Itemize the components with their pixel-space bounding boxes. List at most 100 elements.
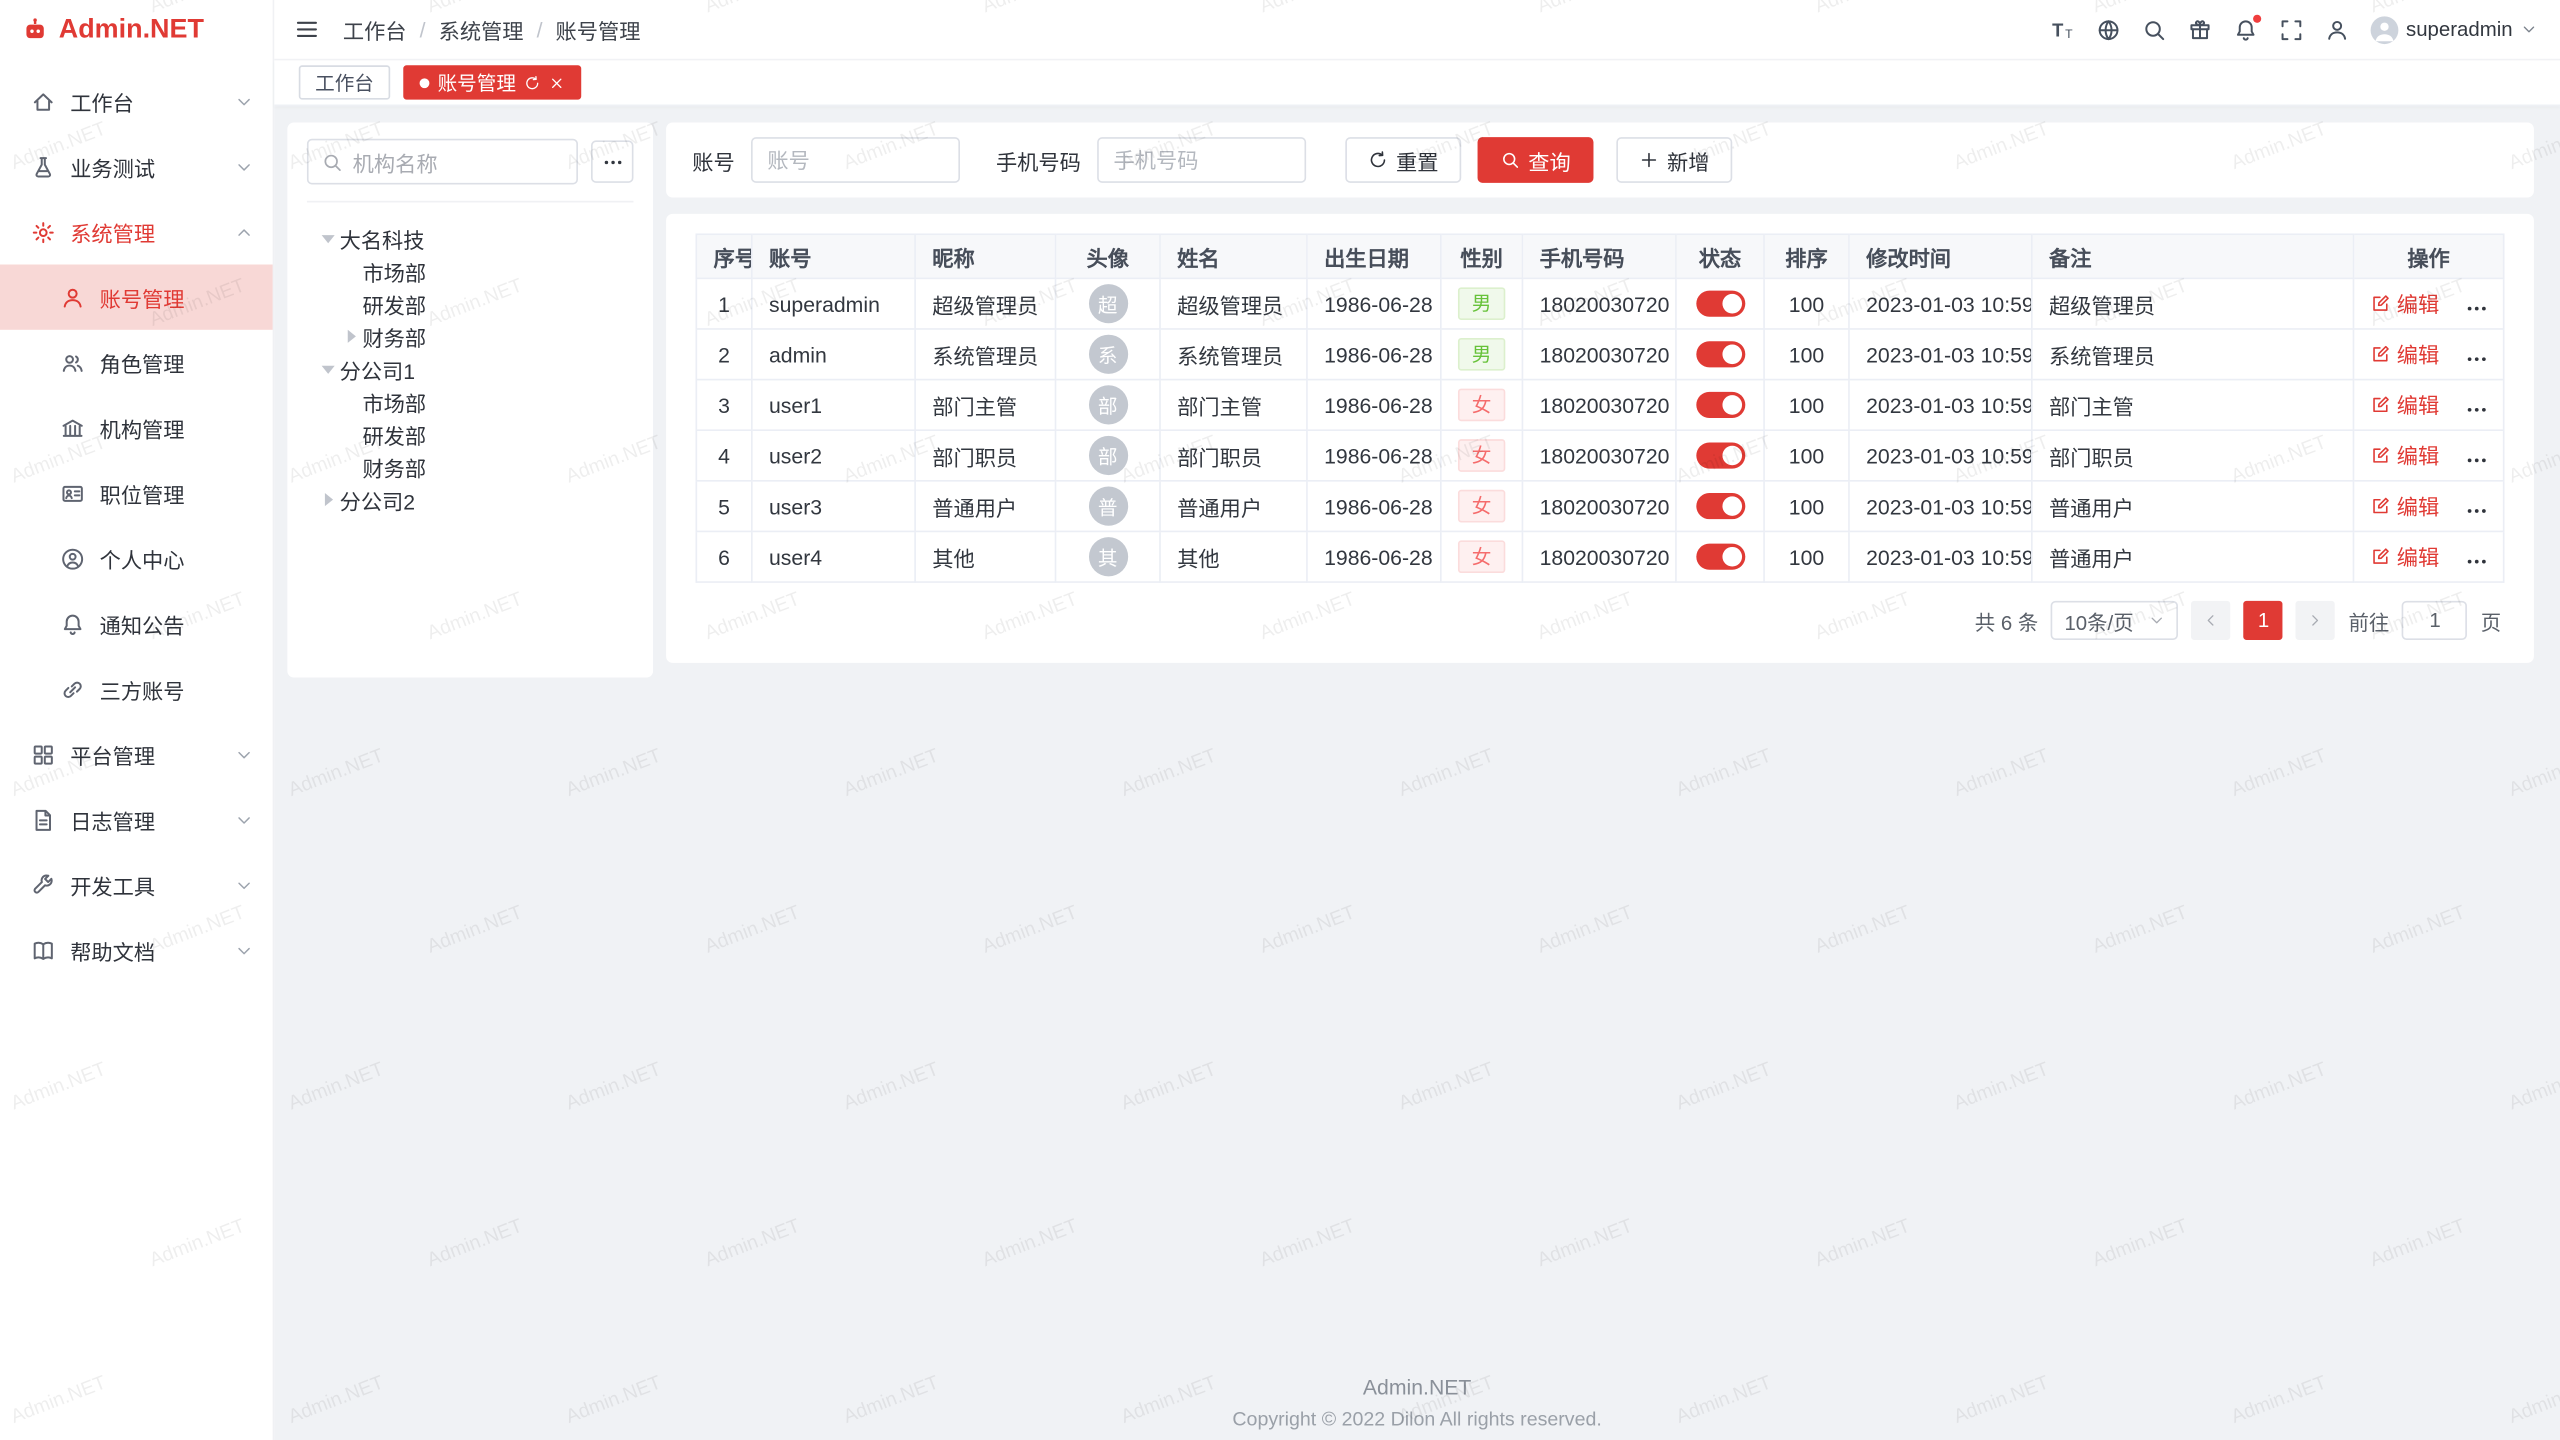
caret-icon[interactable]: [317, 488, 340, 511]
footer-app-name: Admin.NET: [274, 1375, 2560, 1399]
sidebar-item-system[interactable]: 系统管理: [0, 199, 273, 264]
close-icon[interactable]: [549, 74, 565, 90]
tree-node[interactable]: 市场部: [307, 385, 634, 418]
tree-node[interactable]: 研发部: [307, 287, 634, 320]
account-input[interactable]: [751, 137, 960, 183]
caret-icon[interactable]: [340, 456, 363, 479]
tree-node[interactable]: 分公司1: [307, 353, 634, 386]
caret-icon[interactable]: [317, 358, 340, 381]
col-header-nickname: 昵称: [915, 234, 1055, 278]
col-header-index: 序号: [696, 234, 752, 278]
search-button[interactable]: 查询: [1478, 137, 1594, 183]
edit-button[interactable]: 编辑: [2371, 541, 2440, 572]
phone-input[interactable]: [1097, 137, 1306, 183]
ellipsis-icon: [602, 151, 623, 172]
status-toggle[interactable]: [1696, 392, 1745, 418]
reset-button[interactable]: 重置: [1345, 137, 1461, 183]
page-size-select[interactable]: 10条/页: [2051, 601, 2178, 640]
row-more-button[interactable]: [2465, 347, 2488, 370]
breadcrumb-item[interactable]: 工作台: [343, 14, 407, 45]
sidebar-item-account[interactable]: 账号管理: [0, 264, 273, 329]
language-icon[interactable]: [2096, 17, 2120, 41]
sidebar-item-profile[interactable]: 个人中心: [0, 526, 273, 591]
sidebar-item-role[interactable]: 角色管理: [0, 330, 273, 395]
cell-index: 5: [696, 481, 752, 532]
tree-node[interactable]: 财务部: [307, 320, 634, 353]
org-more-button[interactable]: [591, 140, 633, 182]
row-more-button[interactable]: [2465, 549, 2488, 572]
sidebar-item-label: 角色管理: [100, 347, 253, 378]
user-menu[interactable]: superadmin: [2370, 16, 2537, 44]
caret-icon[interactable]: [340, 390, 363, 413]
sidebar-item-label: 三方账号: [100, 673, 253, 704]
add-button[interactable]: 新增: [1616, 137, 1732, 183]
chevron-right-icon: [2308, 612, 2324, 628]
sidebar-item-log[interactable]: 日志管理: [0, 787, 273, 852]
row-more-button[interactable]: [2465, 448, 2488, 471]
row-more-button[interactable]: [2465, 499, 2488, 522]
username: superadmin: [2406, 18, 2513, 41]
chevron-down-icon: [235, 158, 253, 176]
org-search-input[interactable]: 机构名称: [307, 139, 578, 185]
edit-button[interactable]: 编辑: [2371, 339, 2440, 370]
right-panels: 账号 手机号码 重置 查询 新增: [666, 122, 2534, 662]
menu-toggle-icon[interactable]: [294, 16, 320, 42]
role-icon: [60, 350, 84, 374]
sidebar-item-org[interactable]: 机构管理: [0, 395, 273, 460]
sidebar-item-workbench[interactable]: 工作台: [0, 69, 273, 134]
sidebar-item-business-test[interactable]: 业务测试: [0, 134, 273, 199]
fullscreen-icon[interactable]: [2279, 17, 2303, 41]
caret-icon[interactable]: [340, 423, 363, 446]
status-toggle[interactable]: [1696, 342, 1745, 368]
cell-avatar: 系: [1056, 329, 1160, 380]
prev-page-button[interactable]: [2192, 601, 2231, 640]
edit-button[interactable]: 编辑: [2371, 440, 2440, 471]
chevron-down-icon: [235, 941, 253, 959]
caret-icon[interactable]: [340, 325, 363, 348]
notification-icon[interactable]: [2233, 17, 2257, 41]
profile-icon[interactable]: [2324, 17, 2348, 41]
caret-icon[interactable]: [340, 260, 363, 283]
sidebar-item-devtools[interactable]: 开发工具: [0, 852, 273, 917]
row-more-button[interactable]: [2465, 398, 2488, 421]
status-toggle[interactable]: [1696, 443, 1745, 469]
status-toggle[interactable]: [1696, 291, 1745, 317]
tree-node[interactable]: 大名科技: [307, 222, 634, 255]
next-page-button[interactable]: [2296, 601, 2335, 640]
logo[interactable]: Admin.NET: [0, 0, 273, 60]
total-count: 共 6 条: [1975, 605, 2039, 636]
cell-account: admin: [752, 329, 915, 380]
status-toggle[interactable]: [1696, 544, 1745, 570]
tab-account[interactable]: 账号管理: [403, 65, 581, 99]
refresh-icon[interactable]: [524, 74, 540, 90]
home-icon: [31, 89, 55, 113]
sidebar-item-third-account[interactable]: 三方账号: [0, 656, 273, 721]
tree-node[interactable]: 财务部: [307, 451, 634, 484]
cell-account: superadmin: [752, 278, 915, 329]
col-header-sort: 排序: [1764, 234, 1849, 278]
sidebar-item-notice[interactable]: 通知公告: [0, 591, 273, 656]
tab-workbench[interactable]: 工作台: [299, 65, 390, 99]
caret-icon[interactable]: [340, 292, 363, 315]
status-toggle[interactable]: [1696, 494, 1745, 520]
avatar: 其: [1088, 537, 1127, 576]
tree-node[interactable]: 研发部: [307, 418, 634, 451]
theme-icon[interactable]: [2187, 17, 2211, 41]
tree-node[interactable]: 市场部: [307, 255, 634, 288]
goto-page-input[interactable]: [2402, 601, 2467, 640]
font-size-icon[interactable]: TT: [2050, 17, 2074, 41]
sidebar-item-position[interactable]: 职位管理: [0, 460, 273, 525]
edit-button[interactable]: 编辑: [2371, 389, 2440, 420]
caret-icon[interactable]: [317, 227, 340, 250]
search-icon[interactable]: [2142, 17, 2166, 41]
current-page-button[interactable]: 1: [2244, 601, 2283, 640]
cell-avatar: 部: [1056, 430, 1160, 481]
tree-node[interactable]: 分公司2: [307, 483, 634, 516]
sidebar-item-platform[interactable]: 平台管理: [0, 722, 273, 787]
breadcrumb-item[interactable]: 系统管理: [439, 14, 524, 45]
sidebar-item-docs[interactable]: 帮助文档: [0, 918, 273, 983]
row-more-button[interactable]: [2465, 296, 2488, 319]
accounts-table-panel: 序号 账号 昵称 头像 姓名 出生日期 性别 手机号码 状态 排序 修改时间: [666, 214, 2534, 663]
edit-button[interactable]: 编辑: [2371, 288, 2440, 319]
edit-button[interactable]: 编辑: [2371, 491, 2440, 522]
